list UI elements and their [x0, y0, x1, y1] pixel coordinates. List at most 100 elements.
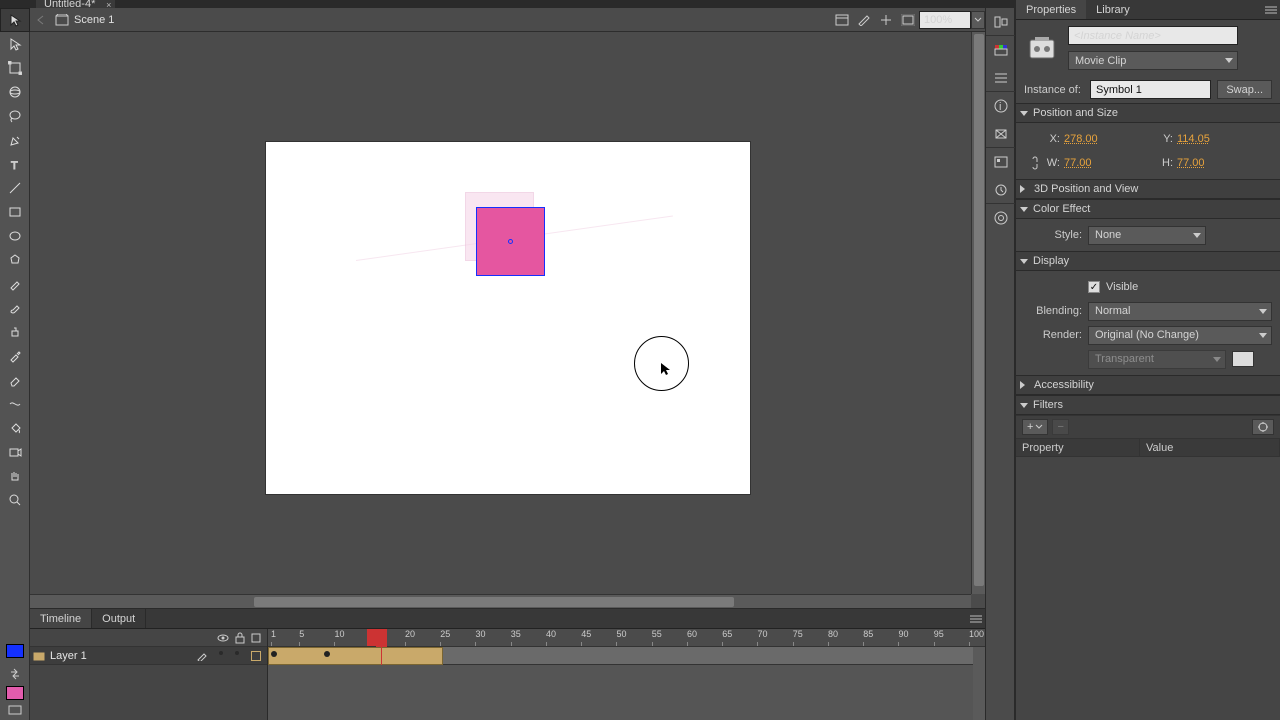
- panel-menu-icon[interactable]: [1262, 0, 1280, 19]
- color-style-dropdown[interactable]: None: [1088, 226, 1206, 245]
- tool-zoom[interactable]: [0, 488, 30, 512]
- clip-content-icon[interactable]: [897, 9, 919, 31]
- x-value[interactable]: 278.00: [1064, 133, 1098, 145]
- tool-options-icon[interactable]: [0, 700, 30, 720]
- transform-panel-icon[interactable]: [986, 120, 1016, 148]
- ruler-tick: 25: [440, 629, 450, 647]
- tool-line[interactable]: [0, 176, 30, 200]
- stage-vscrollbar[interactable]: [971, 32, 985, 594]
- lock-header-icon[interactable]: [235, 632, 245, 644]
- add-filter-button[interactable]: +: [1022, 419, 1048, 435]
- stage-canvas[interactable]: [266, 142, 750, 494]
- edit-scene-icon[interactable]: [853, 9, 875, 31]
- tool-3d-rotation[interactable]: [0, 80, 30, 104]
- tool-free-transform[interactable]: [0, 56, 30, 80]
- swap-colors-icon[interactable]: [0, 662, 30, 686]
- layer-outline-toggle[interactable]: [251, 651, 261, 661]
- fill-color-swatch[interactable]: [6, 686, 24, 700]
- stroke-color-swatch[interactable]: [6, 644, 24, 658]
- layer-visible-toggle[interactable]: [219, 651, 223, 655]
- tween-span[interactable]: [268, 647, 443, 665]
- h-value[interactable]: 77.00: [1177, 157, 1205, 169]
- instance-name-field[interactable]: <Instance Name>: [1068, 26, 1238, 45]
- frames-vscrollbar[interactable]: [973, 647, 985, 720]
- keyframe-icon[interactable]: [271, 651, 277, 657]
- symbol-type-dropdown[interactable]: Movie Clip: [1068, 51, 1238, 70]
- tool-pen[interactable]: [0, 128, 30, 152]
- components-panel-icon[interactable]: [986, 148, 1016, 176]
- filter-options-icon[interactable]: [1252, 419, 1274, 435]
- layer-name[interactable]: Layer 1: [48, 650, 197, 662]
- selected-symbol-instance[interactable]: [476, 207, 545, 276]
- style-label: Style:: [1024, 229, 1082, 241]
- section-accessibility[interactable]: Accessibility: [1016, 375, 1280, 395]
- tool-camera[interactable]: [0, 440, 30, 464]
- tool-oval[interactable]: [0, 224, 30, 248]
- history-panel-icon[interactable]: [986, 176, 1016, 204]
- bg-color-swatch[interactable]: [1232, 351, 1254, 367]
- visibility-header-icon[interactable]: [217, 633, 229, 643]
- tool-hand[interactable]: [0, 464, 30, 488]
- tool-lasso[interactable]: [0, 104, 30, 128]
- playhead-marker[interactable]: [367, 629, 376, 647]
- ruler-tick: 10: [334, 629, 344, 647]
- tool-subselection[interactable]: [0, 32, 30, 56]
- clip-stage-icon[interactable]: [831, 9, 853, 31]
- link-wh-icon[interactable]: [1024, 155, 1046, 171]
- cc-libraries-icon[interactable]: [986, 204, 1016, 232]
- swap-button[interactable]: Swap...: [1217, 80, 1272, 99]
- section-3d-position[interactable]: 3D Position and View: [1016, 179, 1280, 199]
- align-panel-icon[interactable]: [986, 8, 1016, 36]
- info-panel-icon[interactable]: i: [986, 92, 1016, 120]
- stage-hscrollbar[interactable]: [30, 594, 971, 608]
- outline-header-icon[interactable]: [251, 633, 261, 643]
- stage-area[interactable]: [30, 32, 985, 608]
- section-position-size[interactable]: Position and Size: [1016, 103, 1280, 123]
- layer-lock-toggle[interactable]: [235, 651, 239, 655]
- document-tab[interactable]: Untitled-4* ×: [36, 0, 115, 8]
- layer-edit-icon[interactable]: [197, 651, 213, 661]
- tool-ink-bottle[interactable]: [0, 320, 30, 344]
- twirl-right-icon: [1020, 185, 1029, 193]
- zoom-value: 100%: [924, 14, 952, 26]
- tool-selection[interactable]: [0, 8, 30, 32]
- zoom-dropdown-icon[interactable]: [971, 11, 985, 29]
- layer-track[interactable]: [268, 647, 985, 665]
- section-color-effect[interactable]: Color Effect: [1016, 199, 1280, 219]
- tool-width[interactable]: [0, 392, 30, 416]
- tool-eyedropper[interactable]: [0, 344, 30, 368]
- tab-library[interactable]: Library: [1086, 0, 1140, 19]
- layer-row[interactable]: Layer 1: [30, 647, 267, 665]
- section-display[interactable]: Display: [1016, 251, 1280, 271]
- tool-text[interactable]: T: [0, 152, 30, 176]
- visible-checkbox[interactable]: ✓: [1088, 281, 1100, 293]
- col-value[interactable]: Value: [1140, 439, 1280, 457]
- tool-pencil[interactable]: [0, 272, 30, 296]
- frames-empty-area[interactable]: [268, 665, 985, 720]
- zoom-field[interactable]: 100%: [919, 11, 971, 29]
- tab-properties[interactable]: Properties: [1016, 0, 1086, 19]
- y-value[interactable]: 114.05: [1177, 133, 1210, 145]
- w-value[interactable]: 77.00: [1064, 157, 1092, 169]
- tool-brush[interactable]: [0, 296, 30, 320]
- ruler-tick: 5: [299, 629, 304, 647]
- col-property[interactable]: Property: [1016, 439, 1140, 457]
- tab-output[interactable]: Output: [92, 609, 146, 628]
- render-dropdown[interactable]: Original (No Change): [1088, 326, 1272, 345]
- instance-of-field[interactable]: Symbol 1: [1090, 80, 1211, 99]
- tool-paint-bucket[interactable]: [0, 416, 30, 440]
- tool-eraser[interactable]: [0, 368, 30, 392]
- blending-dropdown[interactable]: Normal: [1088, 302, 1272, 321]
- tab-label: Timeline: [40, 613, 81, 625]
- tool-rectangle[interactable]: [0, 200, 30, 224]
- back-icon[interactable]: [30, 9, 52, 31]
- tab-timeline[interactable]: Timeline: [30, 609, 92, 628]
- swatches-panel-icon[interactable]: [986, 64, 1016, 92]
- color-panel-icon[interactable]: [986, 36, 1016, 64]
- section-filters[interactable]: Filters: [1016, 395, 1280, 415]
- tool-polystar[interactable]: [0, 248, 30, 272]
- panel-menu-icon[interactable]: [967, 609, 985, 628]
- keyframe-icon[interactable]: [324, 651, 330, 657]
- center-stage-icon[interactable]: [875, 9, 897, 31]
- scene-label[interactable]: Scene 1: [74, 14, 114, 26]
